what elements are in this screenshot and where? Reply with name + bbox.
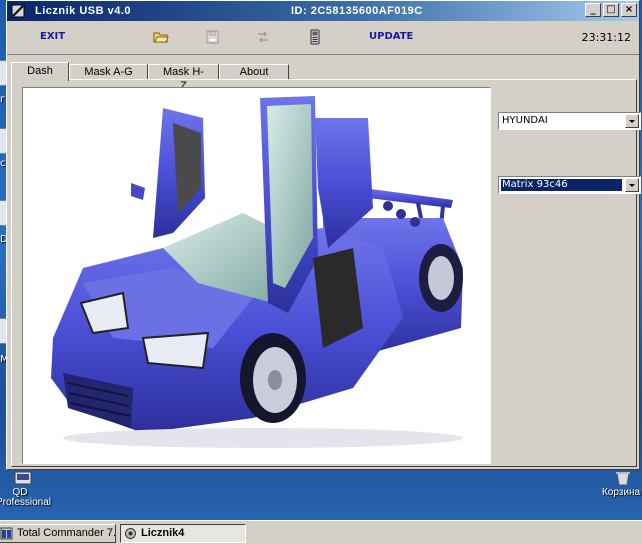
brand-select-value: HYUNDAI: [502, 115, 548, 126]
window-title: Licznik USB v4.0: [35, 5, 132, 17]
licznik-gear-icon: [125, 528, 136, 539]
tab-mask-a-g[interactable]: Mask A-G: [69, 64, 148, 80]
clock-display: 23:31:12: [581, 31, 631, 44]
licznik-window: Licznik USB v4.0 ID: 2C58135600AF019C _ …: [6, 0, 641, 470]
tab-about[interactable]: About: [219, 64, 289, 80]
qd-professional-icon[interactable]: [14, 470, 32, 486]
taskbar: Total Commander 7.50a ... Licznik4: [0, 520, 642, 544]
open-folder-icon[interactable]: [153, 30, 169, 44]
tab-mask-h-z[interactable]: Mask H-Z: [148, 64, 219, 92]
desktop-label-fragment: с: [0, 158, 6, 169]
dashboard-car-image: [22, 87, 491, 464]
close-button[interactable]: ×: [621, 3, 637, 17]
tab-bar: Dash Mask A-G Mask H-Z About: [11, 62, 289, 92]
brand-select[interactable]: HYUNDAI: [498, 112, 641, 130]
total-commander-icon: [0, 527, 13, 540]
chevron-down-icon[interactable]: [625, 114, 639, 128]
save-disk-icon[interactable]: [206, 30, 219, 44]
toolbar: EXIT UPDATE 23:31:12: [7, 21, 639, 55]
device-id-label: ID: 2C58135600AF019C: [291, 5, 423, 17]
taskbar-item-licznik4[interactable]: Licznik4: [120, 524, 246, 543]
chevron-down-icon[interactable]: [625, 178, 639, 192]
taskbar-item-label: Total Commander 7.50a ...: [17, 527, 116, 539]
car-illustration: [51, 96, 463, 448]
tab-dash[interactable]: Dash: [11, 62, 69, 81]
app-icon: [11, 4, 25, 18]
taskbar-item-label: Licznik4: [141, 527, 185, 539]
professional-label: Professional: [0, 497, 52, 508]
model-select[interactable]: Matrix 93c46: [498, 176, 641, 194]
title-bar[interactable]: Licznik USB v4.0 ID: 2C58135600AF019C _ …: [7, 1, 639, 21]
desktop-label-fragment: г: [0, 94, 6, 105]
recycle-bin-label: Корзина: [601, 487, 641, 498]
recycle-bin-icon[interactable]: [614, 470, 632, 486]
device-icon[interactable]: [310, 29, 320, 45]
maximize-button[interactable]: □: [603, 3, 619, 17]
exit-button[interactable]: EXIT: [40, 31, 65, 42]
model-select-value: Matrix 93c46: [501, 179, 622, 191]
taskbar-item-total-commander[interactable]: Total Commander 7.50a ...: [0, 524, 116, 543]
update-button[interactable]: UPDATE: [369, 31, 413, 42]
minimize-button[interactable]: _: [585, 3, 601, 17]
transfer-icon[interactable]: [256, 30, 270, 44]
dash-panel: HYUNDAI Matrix 93c46: [11, 79, 641, 467]
